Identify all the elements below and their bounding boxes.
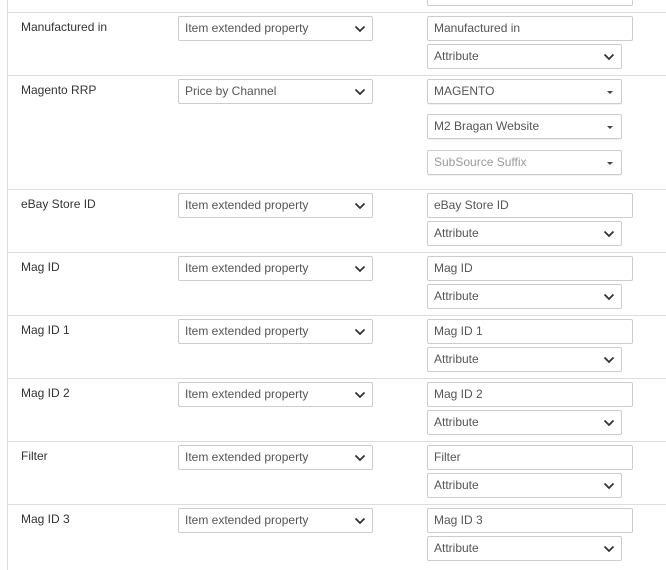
source-type-select[interactable]: Item extended property	[178, 256, 373, 281]
chevron-down-icon	[354, 88, 366, 96]
caret-down-icon	[607, 162, 613, 165]
row-label: Manufactured in	[21, 20, 108, 34]
row-label: Mag ID 3	[21, 512, 70, 526]
source-type-value: Item extended property	[185, 198, 309, 212]
source-type-select[interactable]: Item extended property	[178, 193, 373, 218]
field-name-value: Mag ID	[434, 261, 473, 275]
source-type-value: Item extended property	[185, 513, 309, 527]
table-row: Mag ID 1 Item extended property Mag ID 1…	[8, 315, 666, 379]
table-row: Mag ID Item extended property Mag ID Att…	[8, 252, 666, 316]
row-label: Magento RRP	[21, 83, 97, 97]
field-kind-value: Attribute	[434, 541, 479, 555]
source-type-select[interactable]: Item extended property	[178, 382, 373, 407]
field-kind-value: Attribute	[434, 352, 479, 366]
chevron-down-icon	[354, 202, 366, 210]
field-kind-value: Attribute	[434, 226, 479, 240]
caret-down-icon	[607, 126, 613, 129]
partial-field-input[interactable]	[427, 0, 633, 6]
field-name-input[interactable]: Mag ID 2	[427, 382, 633, 407]
source-type-value: Item extended property	[185, 261, 309, 275]
row-label: eBay Store ID	[21, 197, 96, 211]
website-dropdown[interactable]: M2 Bragan Website	[427, 114, 622, 139]
field-name-value: eBay Store ID	[434, 198, 509, 212]
source-type-select[interactable]: Item extended property	[178, 319, 373, 344]
source-type-select[interactable]: Item extended property	[178, 16, 373, 41]
source-type-select[interactable]: Item extended property	[178, 445, 373, 470]
chevron-down-icon	[603, 419, 615, 427]
row-label: Mag ID	[21, 260, 60, 274]
mapping-table: Manufactured in Item extended property M…	[7, 0, 666, 570]
field-kind-select[interactable]: Attribute	[427, 44, 622, 69]
chevron-down-icon	[354, 391, 366, 399]
row-label: Mag ID 2	[21, 386, 70, 400]
subsource-suffix-placeholder: SubSource Suffix	[434, 155, 527, 169]
field-kind-select[interactable]: Attribute	[427, 536, 622, 561]
source-type-select[interactable]: Item extended property	[178, 508, 373, 533]
field-name-value: Mag ID 2	[434, 387, 483, 401]
chevron-down-icon	[603, 293, 615, 301]
field-kind-value: Attribute	[434, 289, 479, 303]
website-value: M2 Bragan Website	[434, 119, 540, 133]
row-label: Filter	[21, 449, 48, 463]
table-row: Magento RRP Price by Channel MAGENTO M2 …	[8, 75, 666, 190]
chevron-down-icon	[354, 328, 366, 336]
field-name-input[interactable]: Mag ID	[427, 256, 633, 281]
field-kind-value: Attribute	[434, 415, 479, 429]
source-type-value: Item extended property	[185, 450, 309, 464]
source-type-value: Item extended property	[185, 324, 309, 338]
chevron-down-icon	[603, 482, 615, 490]
table-row: Mag ID 2 Item extended property Mag ID 2…	[8, 378, 666, 442]
chevron-down-icon	[354, 25, 366, 33]
channel-value: MAGENTO	[434, 84, 495, 98]
row-label: Mag ID 1	[21, 323, 70, 337]
source-type-select[interactable]: Price by Channel	[178, 79, 373, 104]
source-type-value: Item extended property	[185, 387, 309, 401]
chevron-down-icon	[354, 265, 366, 273]
field-kind-select[interactable]: Attribute	[427, 473, 622, 498]
field-name-input[interactable]: Filter	[427, 445, 633, 470]
source-type-value: Item extended property	[185, 21, 309, 35]
field-kind-select[interactable]: Attribute	[427, 347, 622, 372]
field-name-input[interactable]: eBay Store ID	[427, 193, 633, 218]
table-row: Manufactured in Item extended property M…	[8, 12, 666, 76]
field-kind-select[interactable]: Attribute	[427, 284, 622, 309]
field-name-input[interactable]: Manufactured in	[427, 16, 633, 41]
field-name-value: Mag ID 1	[434, 324, 483, 338]
field-name-value: Manufactured in	[434, 21, 521, 35]
channel-dropdown[interactable]: MAGENTO	[427, 79, 622, 104]
chevron-down-icon	[354, 454, 366, 462]
subsource-suffix-dropdown[interactable]: SubSource Suffix	[427, 150, 622, 175]
chevron-down-icon	[603, 356, 615, 364]
table-row: Mag ID 3 Item extended property Mag ID 3…	[8, 504, 666, 570]
caret-down-icon	[607, 91, 613, 94]
chevron-down-icon	[603, 53, 615, 61]
field-name-input[interactable]: Mag ID 3	[427, 508, 633, 533]
field-name-input[interactable]: Mag ID 1	[427, 319, 633, 344]
field-name-value: Filter	[434, 450, 461, 464]
field-kind-value: Attribute	[434, 478, 479, 492]
field-kind-select[interactable]: Attribute	[427, 410, 622, 435]
field-kind-select[interactable]: Attribute	[427, 221, 622, 246]
field-kind-value: Attribute	[434, 49, 479, 63]
field-name-value: Mag ID 3	[434, 513, 483, 527]
chevron-down-icon	[603, 545, 615, 553]
source-type-value: Price by Channel	[185, 84, 277, 98]
table-row: eBay Store ID Item extended property eBa…	[8, 189, 666, 253]
chevron-down-icon	[354, 517, 366, 525]
chevron-down-icon	[603, 230, 615, 238]
table-row: Filter Item extended property Filter Att…	[8, 441, 666, 505]
